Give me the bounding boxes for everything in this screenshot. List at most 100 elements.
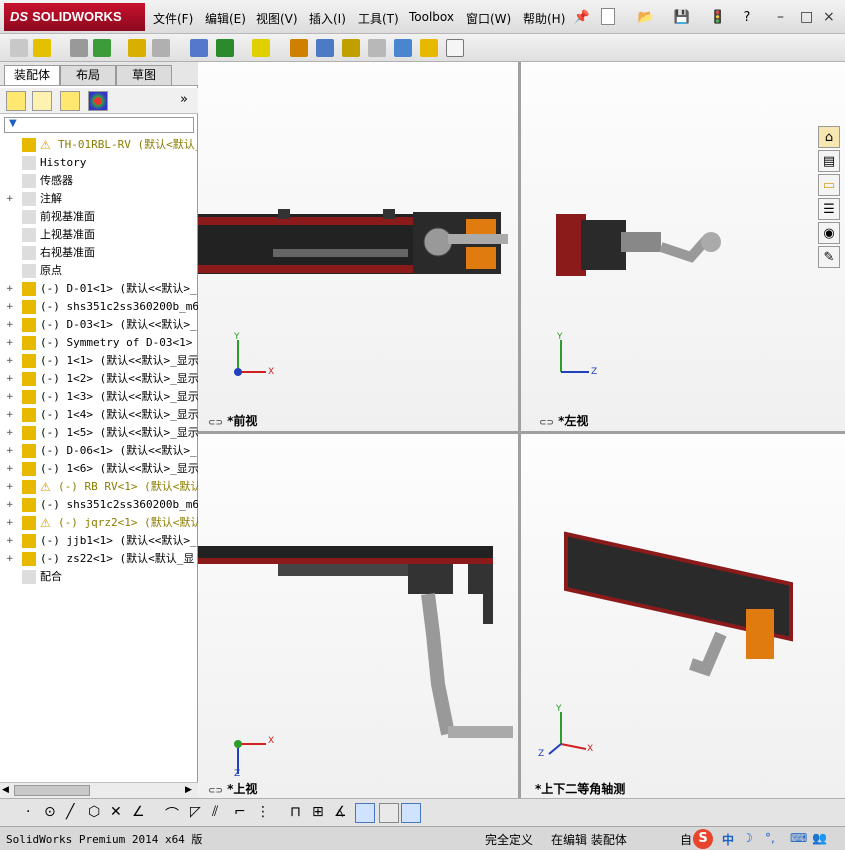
close-button[interactable]: × (823, 9, 835, 25)
ime-moon-icon[interactable]: ☽ (742, 831, 753, 845)
property-manager-icon[interactable] (32, 91, 52, 111)
sogou-ime-icon[interactable]: S (693, 829, 713, 849)
tree-expander-icon[interactable] (6, 159, 14, 167)
menu-view[interactable]: 视图(V) (256, 10, 298, 27)
tab-sketch[interactable]: 草图 (116, 65, 172, 85)
trim-icon[interactable]: ✕ (110, 804, 122, 820)
mate-icon[interactable] (70, 39, 88, 57)
angle-icon[interactable]: ∡ (334, 804, 347, 820)
tree-item[interactable]: + ⚠ (-) jqrz2<1> (默认<默认 (0, 514, 198, 532)
tree-item[interactable]: History (0, 154, 198, 172)
tree-item[interactable]: 前视基准面 (0, 208, 198, 226)
bill-of-materials-icon[interactable] (316, 39, 334, 57)
menu-file[interactable]: 文件(F) (153, 10, 193, 27)
tree-expander-icon[interactable]: + (6, 429, 14, 438)
file-explorer-icon[interactable]: ▭ (818, 174, 840, 196)
tree-item[interactable]: + (-) Symmetry of D-03<1> ( (0, 334, 198, 352)
tab-layout[interactable]: 布局 (60, 65, 116, 85)
collapse-panel-handle[interactable] (198, 784, 204, 798)
menu-toolbox[interactable]: Toolbox (409, 10, 454, 24)
menu-edit[interactable]: 编辑(E) (205, 10, 246, 27)
tree-expander-icon[interactable] (6, 141, 14, 149)
tree-expander-icon[interactable] (6, 231, 14, 239)
shaded-display-icon[interactable] (355, 803, 375, 823)
viewport-front[interactable]: Y X ⊂⊃ *前视 (198, 62, 518, 431)
open-folder-icon[interactable]: 📂 (637, 8, 655, 26)
help-icon[interactable]: ? (738, 8, 756, 26)
tree-expander-icon[interactable] (6, 267, 14, 275)
menu-help[interactable]: 帮助(H) (523, 10, 565, 27)
tree-expander-icon[interactable]: + (6, 555, 14, 564)
new-document-icon[interactable] (601, 8, 615, 25)
tab-assembly[interactable]: 装配体 (4, 65, 60, 85)
viewport-left[interactable]: Y Z ⊂⊃ *左视 (521, 62, 845, 431)
tree-expander-icon[interactable]: + (6, 321, 14, 330)
tree-expander-icon[interactable]: + (6, 285, 14, 294)
tree-item[interactable]: + (-) D-03<1> (默认<<默认>_ (0, 316, 198, 334)
tree-expander-icon[interactable]: + (6, 393, 14, 402)
tree-filter-input[interactable]: ▼ (4, 117, 194, 133)
fillet-icon[interactable]: ⌒ (165, 804, 179, 824)
tree-item[interactable]: + (-) 1<1> (默认<<默认>_显示 (0, 352, 198, 370)
design-library-icon[interactable]: ▤ (818, 150, 840, 172)
new-part-icon[interactable] (33, 39, 51, 57)
scroll-left-icon[interactable]: ◀ (2, 785, 9, 795)
tree-item[interactable]: + (-) 1<2> (默认<<默认>_显示 (0, 370, 198, 388)
clearance-verification-icon[interactable] (420, 39, 438, 57)
solidworks-resources-icon[interactable]: ⌂ (818, 126, 840, 148)
viewport-top[interactable]: X Z ⊂⊃ *上视 (198, 434, 518, 798)
tree-expander-icon[interactable]: + (6, 375, 14, 384)
tree-item[interactable]: 上视基准面 (0, 226, 198, 244)
tree-item[interactable]: 配合 (0, 568, 198, 586)
tree-item[interactable]: + (-) shs351c2ss360200b_m6f( (0, 496, 198, 514)
explode-line-sketch-icon[interactable] (368, 39, 386, 57)
mirror-icon[interactable]: ⋮ (256, 804, 270, 820)
tree-expander-icon[interactable]: + (6, 465, 14, 474)
tree-item[interactable]: 传感器 (0, 172, 198, 190)
polygon-icon[interactable]: ⬡ (88, 804, 100, 820)
tree-expander-icon[interactable]: + (6, 411, 14, 420)
scroll-thumb[interactable] (14, 785, 90, 796)
pin-icon[interactable]: 📌 (573, 8, 591, 26)
smart-fasteners-icon[interactable] (128, 39, 146, 57)
tree-item[interactable]: + (-) shs351c2ss360200b_m6f( (0, 298, 198, 316)
tree-expander-icon[interactable]: + (6, 357, 14, 366)
tree-item[interactable]: + (-) 1<3> (默认<<默认>_显示 (0, 388, 198, 406)
instant3d-icon[interactable] (446, 39, 464, 57)
appearances-scenes-icon[interactable]: ◉ (818, 222, 840, 244)
restore-button[interactable]: □ (800, 9, 813, 25)
tree-item[interactable]: 原点 (0, 262, 198, 280)
reference-geometry-icon[interactable] (252, 39, 270, 57)
ime-lang-label[interactable]: 中 (722, 831, 734, 848)
feature-manager-icon[interactable] (6, 91, 26, 111)
tree-expander-icon[interactable] (6, 177, 14, 185)
rebuild-traffic-light-icon[interactable]: 🚦 (709, 8, 727, 26)
tree-item[interactable]: + (-) 1<5> (默认<<默认>_显示 (0, 424, 198, 442)
solidworks-logo[interactable]: DS SOLIDWORKS (4, 3, 145, 31)
menu-insert[interactable]: 插入(I) (309, 10, 346, 27)
minimize-button[interactable]: – (777, 9, 784, 25)
tree-expander-icon[interactable]: + (6, 195, 14, 204)
four-view-icon[interactable] (401, 803, 421, 823)
viewport-splitter-horizontal[interactable] (198, 431, 845, 434)
custom-properties-icon[interactable]: ✎ (818, 246, 840, 268)
tree-expander-icon[interactable]: + (6, 537, 14, 546)
display-manager-icon[interactable] (88, 91, 108, 111)
ime-user-icon[interactable]: 👥 (812, 831, 827, 845)
assembly-features-icon[interactable] (216, 39, 234, 57)
chamfer-icon[interactable]: ◸ (190, 804, 201, 820)
tree-item[interactable]: + (-) jjb1<1> (默认<<默认>_ (0, 532, 198, 550)
corner-icon[interactable]: ⌐ (234, 804, 246, 820)
extend-icon[interactable]: ∠ (132, 804, 145, 820)
point-icon[interactable]: · (26, 804, 30, 820)
tree-item[interactable]: + (-) zs22<1> (默认<默认_显 (0, 550, 198, 568)
line-icon[interactable]: ╱ (66, 804, 74, 820)
tree-expander-icon[interactable]: + (6, 501, 14, 510)
tree-expander-icon[interactable] (6, 213, 14, 221)
viewport-splitter-vertical[interactable] (518, 62, 521, 798)
expand-panel-icon[interactable]: » (180, 92, 188, 107)
menu-window[interactable]: 窗口(W) (466, 10, 511, 27)
configuration-manager-icon[interactable] (60, 91, 80, 111)
tree-item[interactable]: + (-) D-06<1> (默认<<默认>_ (0, 442, 198, 460)
menu-tools[interactable]: 工具(T) (358, 10, 399, 27)
